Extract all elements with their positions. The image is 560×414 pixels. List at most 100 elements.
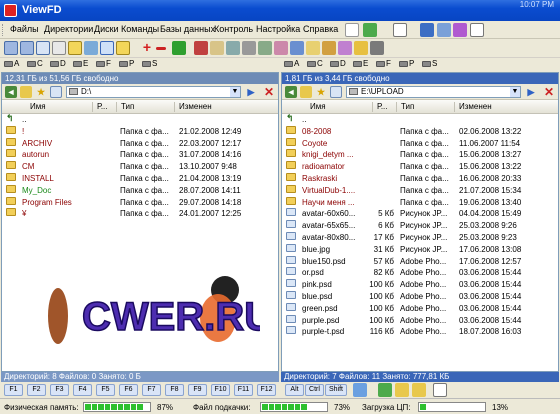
f4-button[interactable]: F4 [73,384,92,396]
right-drive-e-button[interactable]: E [353,59,368,68]
disk-icon[interactable] [226,41,240,55]
idea-icon[interactable] [68,41,82,55]
table-row[interactable]: ↰.. [282,113,558,126]
terminal-icon[interactable] [290,41,304,55]
f1-button[interactable]: F1 [4,384,23,396]
open-folder-icon[interactable] [412,383,426,397]
search-icon[interactable] [116,41,130,55]
alt-button[interactable]: Alt [285,384,304,396]
network-icon[interactable] [242,41,256,55]
f6-button[interactable]: F6 [119,384,138,396]
table-row[interactable]: avatar-80x80... 17 Кб Рисунок JP... 25.03.2… [282,231,558,244]
drive-d-button[interactable]: D [50,59,66,68]
column-modified[interactable]: Изменен [459,102,492,111]
table-row[interactable]: Coyote Папка с фа... 11.06.2007 11:54 [282,137,558,150]
refresh-icon[interactable] [363,23,377,37]
f5-button[interactable]: F5 [96,384,115,396]
thumbnails-icon[interactable] [84,41,98,55]
table-row[interactable]: Научи меня ... Папка с фа... 19.06.2008 13… [282,196,558,209]
menu-control[interactable]: Контроль [214,24,253,34]
view-icon[interactable] [4,41,18,55]
table-row[interactable]: My_Doc Папка с фа... 28.07.2008 14:11 [2,184,278,197]
column-modified[interactable]: Изменен [179,102,212,111]
back-icon[interactable]: ◄ [5,86,17,98]
right-drive-a-button[interactable]: A [284,59,299,68]
table-row[interactable]: Raskraski Папка с фа... 16.06.2008 20:33 [282,172,558,185]
f12-button[interactable]: F12 [257,384,276,396]
table-row[interactable]: blue150.psd 57 Кб Adobe Pho... 17.06.2008 1… [282,255,558,268]
table-row[interactable]: autorun Папка с фа... 31.07.2008 14:16 [2,149,278,161]
history-icon[interactable] [50,86,62,98]
column-name[interactable]: Имя [310,102,326,111]
shift-button[interactable]: Shift [325,384,347,396]
table-row[interactable]: purple.psd 100 Кб Adobe Pho... 03.06.2008 1… [282,314,558,327]
details-icon[interactable] [52,41,66,55]
new-folder-icon[interactable] [395,383,409,397]
chevron-down-icon[interactable]: ▼ [510,87,520,97]
menu-file[interactable]: Файлы [10,24,39,34]
edit-icon[interactable] [393,23,407,37]
archive-icon[interactable] [194,41,208,55]
table-row[interactable]: blue.jpg 31 Кб Рисунок JP... 17.06.2008 13:… [282,243,558,256]
panel-icon[interactable] [353,383,367,397]
table-row[interactable]: blue.psd 100 Кб Adobe Pho... 03.06.2008 15:… [282,290,558,303]
table-row[interactable]: avatar-60x60... 5 Кб Рисунок JP... 04.04.20… [282,208,558,220]
copy-to-icon[interactable] [378,383,392,397]
menu-help[interactable]: Справка [303,24,338,34]
toolbar-grip[interactable] [2,24,5,36]
drive-c-button[interactable]: C [27,59,43,68]
remove-icon[interactable] [156,47,166,50]
f3-button[interactable]: F3 [50,384,69,396]
table-row[interactable]: avatar-65x65... 6 Кб Рисунок JP... 25.03.20… [282,220,558,232]
sync-icon[interactable] [258,41,272,55]
move-icon[interactable] [172,41,186,55]
table-row[interactable]: CM Папка с фа... 13.10.2007 9:48 [2,161,278,173]
table-row[interactable]: INSTALL Папка с фа... 21.04.2008 13:19 [2,172,278,185]
ctrl-button[interactable]: Ctrl [305,384,324,396]
menu-databases[interactable]: Базы данных [160,24,215,34]
menu-commands[interactable]: Команды [121,24,159,34]
column-type[interactable]: Тип [401,102,414,111]
notes-icon[interactable] [437,23,451,37]
table-row[interactable]: or.psd 82 Кб Adobe Pho... 03.06.2008 15:44 [282,267,558,279]
f7-button[interactable]: F7 [142,384,161,396]
favorites-icon[interactable]: ★ [315,86,327,98]
add-icon[interactable]: + [140,40,154,55]
table-row[interactable]: radioamator Папка с фа... 15.06.2008 13:22 [282,161,558,173]
table-row[interactable]: VirtualDub-1.... Папка с фа... 21.07.2008 … [282,184,558,197]
column-name[interactable]: Имя [30,102,46,111]
drive-e-button[interactable]: E [73,59,88,68]
column-size[interactable]: Р... [97,102,108,111]
f11-button[interactable]: F11 [234,384,253,396]
f10-button[interactable]: F10 [211,384,230,396]
tree-icon[interactable] [100,41,114,55]
table-row[interactable]: ↰.. [2,113,278,126]
go-icon[interactable]: ▶ [245,86,257,98]
menu-settings[interactable]: Настройка [256,24,300,34]
bookmark-icon[interactable] [420,23,434,37]
right-drive-f-button[interactable]: F [376,59,391,68]
right-drive-c-button[interactable]: C [307,59,323,68]
favorites-icon[interactable]: ★ [35,86,47,98]
table-row[interactable]: pink.psd 100 Кб Adobe Pho... 03.06.2008 15:… [282,279,558,291]
drive-f-button[interactable]: F [96,59,111,68]
tool-icon[interactable] [322,41,336,55]
drive-a-button[interactable]: A [4,59,19,68]
trash-icon[interactable] [453,23,467,37]
menu-directories[interactable]: Директории [44,24,93,34]
table-row[interactable]: green.psd 100 Кб Adobe Pho... 03.06.2008 15… [282,302,558,315]
history-icon[interactable] [330,86,342,98]
close-icon[interactable]: ✕ [263,86,275,98]
table-row[interactable]: knigi_detym ... Папка с фа... 15.06.2008 1… [282,149,558,161]
menu-disks[interactable]: Диски [94,24,119,34]
left-path-field[interactable]: D:\ ▼ [66,86,241,98]
close-icon[interactable]: ✕ [543,86,555,98]
table-row[interactable]: ARCHIV Папка с фа... 22.03.2007 12:17 [2,137,278,150]
print-icon[interactable] [370,41,384,55]
table-row[interactable]: Program Files Папка с фа... 29.07.2008 14:… [2,196,278,209]
drive-p-button[interactable]: P [119,59,134,68]
f9-button[interactable]: F9 [188,384,207,396]
chevron-down-icon[interactable]: ▼ [230,87,240,97]
table-row[interactable]: ! Папка с фа... 21.02.2008 12:49 [2,125,278,138]
document-icon[interactable] [433,383,447,397]
